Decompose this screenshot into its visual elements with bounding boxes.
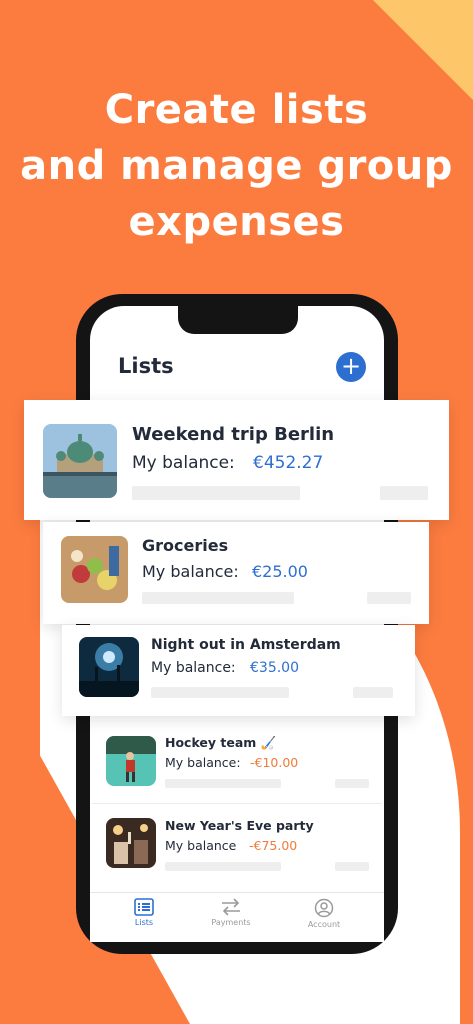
party-photo bbox=[106, 818, 156, 868]
plus-icon: + bbox=[340, 352, 362, 380]
headline: Create lists and manage group expenses bbox=[0, 82, 473, 250]
list-card-amsterdam[interactable]: Night out in Amsterdam My balance: €35.0… bbox=[62, 625, 415, 716]
hockey-player-photo bbox=[106, 736, 156, 786]
placeholder-bar bbox=[142, 592, 294, 604]
tab-label: Lists bbox=[134, 918, 154, 927]
headline-line-2: and manage group bbox=[20, 143, 453, 189]
placeholder-bar bbox=[335, 779, 369, 788]
balance-value: €25.00 bbox=[252, 562, 308, 581]
placeholder-bar bbox=[380, 486, 428, 500]
list-icon bbox=[134, 898, 154, 916]
add-list-button[interactable]: + bbox=[336, 352, 366, 382]
balance-value: -€10.00 bbox=[250, 755, 299, 770]
placeholder-bar bbox=[335, 862, 369, 871]
placeholder-bar bbox=[165, 862, 281, 871]
transfer-arrows-icon bbox=[222, 898, 240, 916]
berlin-cathedral-photo bbox=[43, 424, 117, 498]
tab-label: Account bbox=[307, 920, 341, 929]
list-card-groceries[interactable]: Groceries My balance: €25.00 bbox=[43, 522, 429, 624]
list-title: Weekend trip Berlin bbox=[132, 424, 335, 445]
balance-value: -€75.00 bbox=[249, 838, 298, 853]
tab-account[interactable]: Account bbox=[284, 898, 364, 929]
page-title: Lists bbox=[118, 354, 174, 378]
phone-notch bbox=[178, 306, 298, 334]
concert-crowd-photo bbox=[79, 637, 139, 697]
tab-payments[interactable]: Payments bbox=[191, 898, 271, 927]
balance-value: €35.00 bbox=[250, 660, 299, 676]
balance-label: My balance: bbox=[165, 755, 241, 770]
list-title: New Year's Eve party bbox=[165, 818, 314, 833]
list-title: Hockey team 🏑 bbox=[165, 735, 277, 750]
user-circle-icon bbox=[314, 898, 334, 918]
balance-label: My balance: bbox=[142, 562, 239, 581]
balance-label: My balance bbox=[165, 838, 237, 853]
placeholder-bar bbox=[165, 779, 281, 788]
list-card-berlin[interactable]: Weekend trip Berlin My balance: €452.27 bbox=[24, 400, 449, 520]
row-divider bbox=[92, 803, 382, 804]
placeholder-bar bbox=[353, 687, 393, 698]
headline-line-1: Create lists bbox=[104, 87, 369, 133]
list-row-newyear[interactable]: New Year's Eve party My balance -€75.00 bbox=[92, 806, 382, 888]
placeholder-bar bbox=[151, 687, 289, 698]
balance-label: My balance: bbox=[151, 660, 236, 676]
list-title: Night out in Amsterdam bbox=[151, 637, 341, 653]
balance-label: My balance: bbox=[132, 453, 235, 473]
tab-lists[interactable]: Lists bbox=[104, 898, 184, 927]
list-title: Groceries bbox=[142, 536, 229, 555]
headline-line-3: expenses bbox=[128, 199, 345, 245]
tab-label: Payments bbox=[211, 918, 251, 927]
placeholder-bar bbox=[367, 592, 411, 604]
balance-value: €452.27 bbox=[253, 453, 324, 473]
placeholder-bar bbox=[132, 486, 300, 500]
groceries-basket-photo bbox=[61, 536, 128, 603]
list-row-hockey[interactable]: Hockey team 🏑 My balance: -€10.00 bbox=[92, 724, 382, 802]
